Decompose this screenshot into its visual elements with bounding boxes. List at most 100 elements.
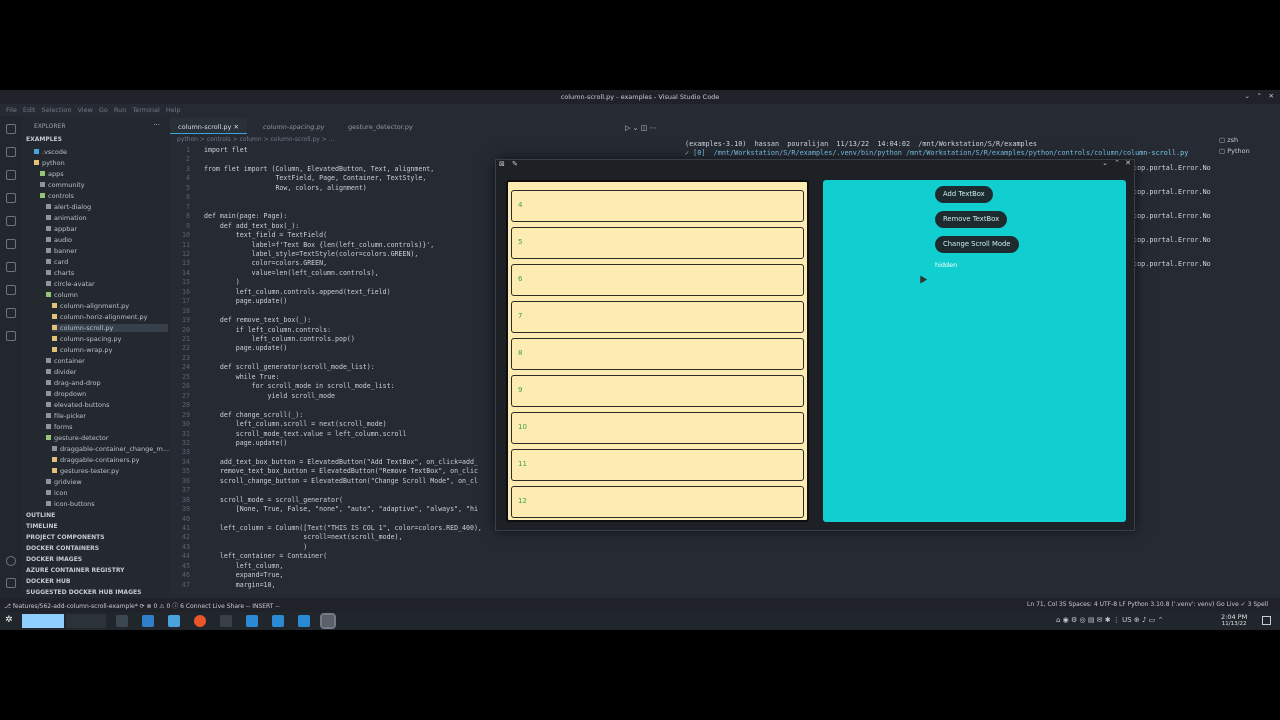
console-app-icon[interactable] xyxy=(220,615,232,627)
tree-item[interactable]: apps xyxy=(40,170,64,178)
azure-icon[interactable] xyxy=(6,331,16,341)
tab-column-scroll[interactable]: column-scroll.py ✕ xyxy=(170,118,247,134)
menu-terminal[interactable]: Terminal xyxy=(132,106,159,114)
sidebar-section[interactable]: DOCKER CONTAINERS xyxy=(26,545,99,552)
change-scroll-mode-button[interactable]: Change Scroll Mode xyxy=(935,236,1019,253)
vscode-icon[interactable] xyxy=(272,615,284,627)
tree-item[interactable]: column-spacing.py xyxy=(52,335,121,343)
tree-item[interactable]: animation xyxy=(46,214,87,222)
files-app-icon[interactable] xyxy=(168,615,180,627)
tree-item[interactable]: circle-avatar xyxy=(46,280,95,288)
menu-edit[interactable]: Edit xyxy=(23,106,36,114)
tree-item[interactable]: dropdown xyxy=(46,390,86,398)
run-debug-icon[interactable] xyxy=(6,193,16,203)
source-control-icon[interactable] xyxy=(6,170,16,180)
workspace-root[interactable]: EXAMPLES xyxy=(26,136,62,143)
flet-minimize-icon[interactable]: ⌄ xyxy=(1102,159,1108,167)
explorer-icon[interactable] xyxy=(6,124,16,134)
tree-item[interactable]: alert-dialog xyxy=(46,203,91,211)
menu-selection[interactable]: Selection xyxy=(41,106,71,114)
breadcrumb[interactable]: python > controls > column > column-scro… xyxy=(177,136,334,143)
remote-icon[interactable] xyxy=(6,239,16,249)
search-icon[interactable] xyxy=(6,147,16,157)
tree-item[interactable]: card xyxy=(46,258,68,266)
tree-item[interactable]: draggable-containers.py xyxy=(52,456,140,464)
maximize-icon[interactable]: ⌃ xyxy=(1257,92,1262,100)
menu-run[interactable]: Run xyxy=(114,106,126,114)
menu-file[interactable]: File xyxy=(6,106,17,114)
menu-view[interactable]: View xyxy=(77,106,92,114)
text-box[interactable]: 11 xyxy=(511,449,804,481)
pin-icon[interactable]: ✎ xyxy=(512,160,518,168)
tree-item[interactable]: gesture-detector xyxy=(46,434,109,442)
tree-item[interactable]: charts xyxy=(46,269,74,277)
tree-item[interactable]: container xyxy=(46,357,85,365)
tree-item[interactable]: elevated-buttons xyxy=(46,401,109,409)
firefox-icon[interactable] xyxy=(194,615,206,627)
run-file-icon[interactable]: ▷ ⌄ ◫ ⋯ xyxy=(625,124,657,132)
tree-item[interactable]: column-alignment.py xyxy=(52,302,129,310)
docker-icon[interactable] xyxy=(6,285,16,295)
flet-close-icon[interactable]: ✕ xyxy=(1125,159,1131,167)
clock[interactable]: 2:04 PM 11/13/22 xyxy=(1221,614,1247,628)
menu-go[interactable]: Go xyxy=(99,106,108,114)
left-scroll-column[interactable]: 4 5 6 7 8 9 10 11 12 xyxy=(506,180,809,522)
text-box[interactable]: 7 xyxy=(511,301,804,333)
text-box[interactable]: 9 xyxy=(511,375,804,407)
testing-icon[interactable] xyxy=(6,262,16,272)
minimize-icon[interactable]: ⌄ xyxy=(1245,92,1250,100)
text-box[interactable]: 8 xyxy=(511,338,804,370)
tree-item[interactable]: banner xyxy=(46,247,77,255)
tree-item[interactable]: icon xyxy=(46,489,67,497)
vscode-icon[interactable] xyxy=(298,615,310,627)
text-box[interactable]: 10 xyxy=(511,412,804,444)
close-icon[interactable]: ✕ xyxy=(1269,92,1274,100)
tree-item[interactable]: column-scroll.py xyxy=(52,324,168,332)
sidebar-section[interactable]: SUGGESTED DOCKER HUB IMAGES xyxy=(26,589,141,596)
live-share-icon[interactable] xyxy=(6,308,16,318)
virtual-desktop-1[interactable] xyxy=(22,614,64,628)
tree-item[interactable]: forms xyxy=(46,423,73,431)
status-left[interactable]: ⎇ features/562-add-column-scroll-example… xyxy=(4,601,280,610)
settings-gear-icon[interactable] xyxy=(6,578,16,588)
tree-item[interactable]: .vscode xyxy=(34,148,67,156)
x11-app-taskbar-icon[interactable] xyxy=(320,613,336,629)
terminal-zsh[interactable]: ▢ zsh xyxy=(1219,136,1238,144)
tree-item[interactable]: file-picker xyxy=(46,412,86,420)
text-box[interactable]: 4 xyxy=(511,190,804,222)
tree-item[interactable]: column xyxy=(46,291,78,299)
sidebar-section[interactable]: PROJECT COMPONENTS xyxy=(26,534,105,541)
tree-item[interactable]: gestures-tester.py xyxy=(52,467,119,475)
tree-item[interactable]: audio xyxy=(46,236,72,244)
account-icon[interactable] xyxy=(6,556,16,566)
terminal-python[interactable]: ▢ Python xyxy=(1219,147,1250,155)
tab-gesture-detector[interactable]: gesture_detector.py xyxy=(340,118,421,134)
tree-item[interactable]: drag-and-drop xyxy=(46,379,101,387)
text-box[interactable]: 6 xyxy=(511,264,804,296)
remove-textbox-button[interactable]: Remove TextBox xyxy=(935,211,1008,228)
tree-item[interactable]: appbar xyxy=(46,225,77,233)
code-editor[interactable]: 1 import flet 2 3 from flet import (Column, … xyxy=(170,146,495,600)
terminal-app-icon[interactable] xyxy=(116,615,128,627)
add-textbox-button[interactable]: Add TextBox xyxy=(935,186,993,203)
virtual-desktop-2[interactable] xyxy=(66,614,106,628)
more-actions-icon[interactable]: ··· xyxy=(153,121,160,129)
tree-item[interactable]: divider xyxy=(46,368,76,376)
tab-column-spacing[interactable]: column-spacing.py xyxy=(255,118,332,134)
tree-item[interactable]: draggable-container_change_m... xyxy=(52,445,169,453)
menu-help[interactable]: Help xyxy=(166,106,181,114)
extensions-icon[interactable] xyxy=(6,216,16,226)
sidebar-section[interactable]: DOCKER IMAGES xyxy=(26,556,82,563)
tree-item[interactable]: python xyxy=(34,159,65,167)
tree-item[interactable]: column-horiz-alignment.py xyxy=(52,313,147,321)
show-desktop-icon[interactable] xyxy=(1262,616,1271,625)
text-box[interactable]: 12 xyxy=(511,486,804,518)
sidebar-section[interactable]: TIMELINE xyxy=(26,523,58,530)
flet-maximize-icon[interactable]: ⌃ xyxy=(1114,159,1120,167)
vscode-icon[interactable] xyxy=(246,615,258,627)
system-tray[interactable]: ⌂ ◉ ⚙ ◎ ▤ ✉ ✱ ⋮ US ⊕ ♪ ▭ ⌃ xyxy=(1056,616,1163,624)
text-box[interactable]: 5 xyxy=(511,227,804,259)
sidebar-section[interactable]: AZURE CONTAINER REGISTRY xyxy=(26,567,124,574)
tree-item[interactable]: icon-buttons xyxy=(46,500,95,508)
store-app-icon[interactable] xyxy=(142,615,154,627)
